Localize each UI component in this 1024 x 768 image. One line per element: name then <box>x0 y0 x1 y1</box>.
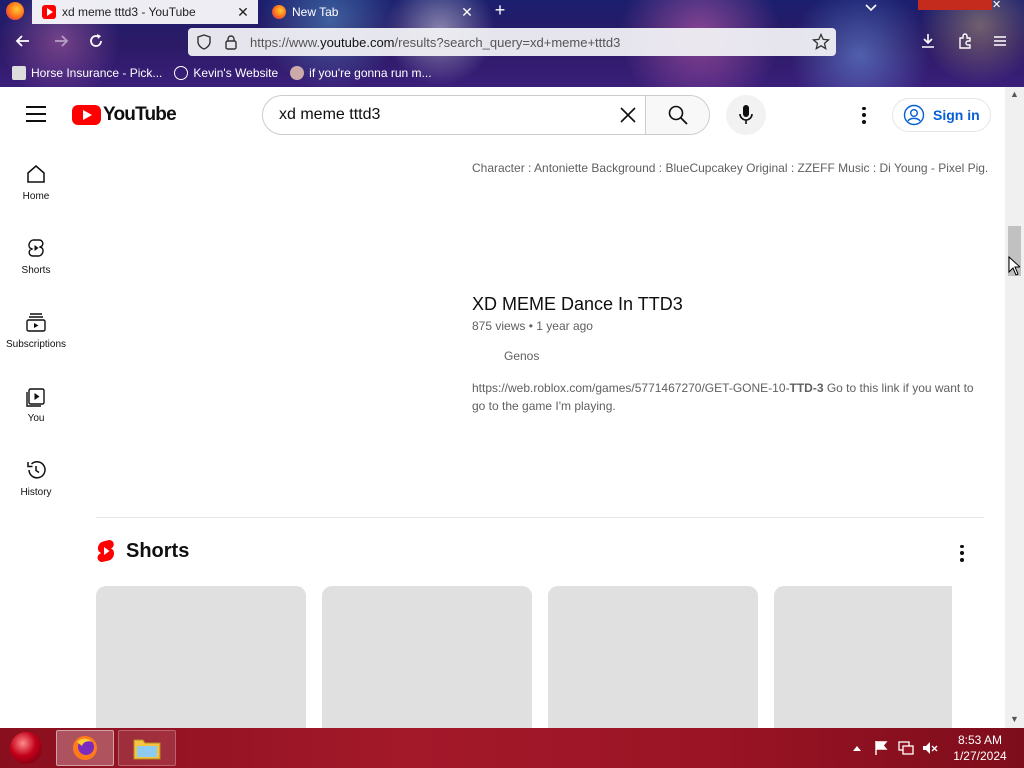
search-button[interactable] <box>645 96 709 134</box>
back-button[interactable] <box>12 32 34 54</box>
forward-button[interactable] <box>50 32 72 54</box>
short-thumbnail[interactable] <box>774 586 952 728</box>
sidebar-item-history[interactable]: History <box>0 439 72 499</box>
voice-search-button[interactable] <box>726 95 766 135</box>
short-thumbnail[interactable] <box>322 586 532 728</box>
video-description-snippet: https://web.roblox.com/games/5771467270/… <box>472 381 974 413</box>
youtube-header: YouTube Sign in <box>0 87 1005 143</box>
bookmarks-toolbar: Horse Insurance - Pick... Kevin's Websit… <box>0 61 1024 85</box>
downloads-icon[interactable] <box>917 32 939 54</box>
scroll-down-icon[interactable]: ▼ <box>1008 714 1021 726</box>
tab-close-icon[interactable]: ✕ <box>458 4 476 21</box>
bookmark-favicon-icon <box>290 66 305 80</box>
app-menu-icon[interactable] <box>989 32 1011 54</box>
search-results: Character : Antoniette Background : Blue… <box>96 143 1005 728</box>
short-thumbnail[interactable] <box>96 586 306 728</box>
windows-taskbar: 8:53 AM 1/27/2024 <box>0 728 1024 768</box>
video-title-link[interactable]: XD MEME Dance In TTD3 <box>472 294 683 315</box>
firefox-menu-icon[interactable] <box>6 2 24 20</box>
settings-more-icon[interactable] <box>854 105 874 125</box>
scroll-up-icon[interactable]: ▲ <box>1008 89 1021 101</box>
bookmark-item[interactable]: if you're gonna run m... <box>290 66 432 80</box>
clock-date: 1/27/2024 <box>953 749 1007 763</box>
lock-icon[interactable] <box>224 34 238 50</box>
taskbar-file-explorer[interactable] <box>118 730 176 766</box>
globe-icon <box>174 66 189 80</box>
shorts-more-icon[interactable] <box>952 543 972 563</box>
bookmark-item[interactable]: Horse Insurance - Pick... <box>12 66 162 80</box>
sidebar-item-subscriptions[interactable]: Subscriptions <box>0 291 72 351</box>
section-divider <box>96 517 984 518</box>
shorts-shelf-header: Shorts <box>96 539 189 563</box>
reload-button[interactable] <box>85 32 107 54</box>
tab-close-icon[interactable]: ✕ <box>234 4 252 21</box>
tab-new-tab[interactable]: New Tab ✕ <box>262 0 482 24</box>
shorts-icon <box>28 239 44 257</box>
tab-title: New Tab <box>292 5 339 19</box>
search-input[interactable] <box>263 96 611 134</box>
youtube-favicon-icon <box>42 5 56 19</box>
shorts-shelf-title: Shorts <box>126 539 190 562</box>
taskbar-firefox[interactable] <box>56 730 114 766</box>
short-thumbnail[interactable] <box>548 586 758 728</box>
you-icon <box>26 388 45 407</box>
sidebar-item-home[interactable]: Home <box>0 143 72 203</box>
shorts-logo-icon <box>97 540 115 562</box>
sidebar-item-shorts[interactable]: Shorts <box>0 217 72 277</box>
bookmark-favicon-icon <box>12 66 26 80</box>
action-center-flag-icon[interactable] <box>874 728 888 768</box>
show-hidden-icons[interactable] <box>852 728 862 768</box>
bookmark-star-icon[interactable] <box>812 33 830 51</box>
search-icon <box>668 105 688 125</box>
firefox-favicon-icon <box>272 5 286 19</box>
taskbar-clock[interactable]: 8:53 AM 1/27/2024 <box>946 732 1014 764</box>
browser-chrome: xd meme tttd3 - YouTube ✕ New Tab ✕ + ✕ … <box>0 0 1024 87</box>
clear-search-icon[interactable] <box>611 96 645 134</box>
network-icon[interactable] <box>898 728 914 768</box>
video-description-snippet: Character : Antoniette Background : Blue… <box>472 161 989 175</box>
video-metadata: 875 views • 1 year ago <box>472 319 593 333</box>
start-button[interactable] <box>10 732 42 764</box>
tab-strip: xd meme tttd3 - YouTube ✕ New Tab ✕ + ✕ <box>0 0 1024 24</box>
window-close-icon[interactable]: ✕ <box>992 0 1006 11</box>
channel-name-link[interactable]: Genos <box>504 349 539 363</box>
sidebar-item-you[interactable]: You <box>0 365 72 425</box>
tab-title: xd meme tttd3 - YouTube <box>62 5 196 19</box>
volume-muted-icon[interactable] <box>922 728 938 768</box>
folder-icon <box>133 739 161 760</box>
home-icon <box>27 165 45 183</box>
account-icon <box>903 104 925 126</box>
address-bar[interactable]: https://www.youtube.com/results?search_q… <box>188 28 836 56</box>
mouse-cursor-icon <box>1008 256 1020 276</box>
new-tab-button[interactable]: + <box>490 0 510 22</box>
page-scrollbar[interactable]: ▲ ▼ <box>1005 87 1024 728</box>
upload-age: 1 year ago <box>536 319 593 333</box>
sign-in-button[interactable]: Sign in <box>892 98 991 132</box>
url-text: https://www.youtube.com/results?search_q… <box>250 34 621 50</box>
bookmark-item[interactable]: Kevin's Website <box>174 66 278 80</box>
extensions-icon[interactable] <box>954 32 976 54</box>
tab-youtube[interactable]: xd meme tttd3 - YouTube ✕ <box>32 0 258 24</box>
youtube-logo[interactable]: YouTube <box>72 104 177 126</box>
youtube-play-icon <box>72 105 101 125</box>
clock-time: 8:53 AM <box>957 733 1003 747</box>
subscriptions-icon <box>26 313 46 332</box>
tracking-protection-shield-icon[interactable] <box>196 34 212 50</box>
window-controls[interactable] <box>918 0 992 10</box>
view-count: 875 views <box>472 319 526 333</box>
list-all-tabs-icon[interactable] <box>864 2 878 16</box>
guide-menu-icon[interactable] <box>26 106 46 124</box>
search-box <box>262 95 710 135</box>
firefox-icon <box>73 736 97 760</box>
history-icon <box>27 461 46 479</box>
microphone-icon <box>739 105 753 124</box>
